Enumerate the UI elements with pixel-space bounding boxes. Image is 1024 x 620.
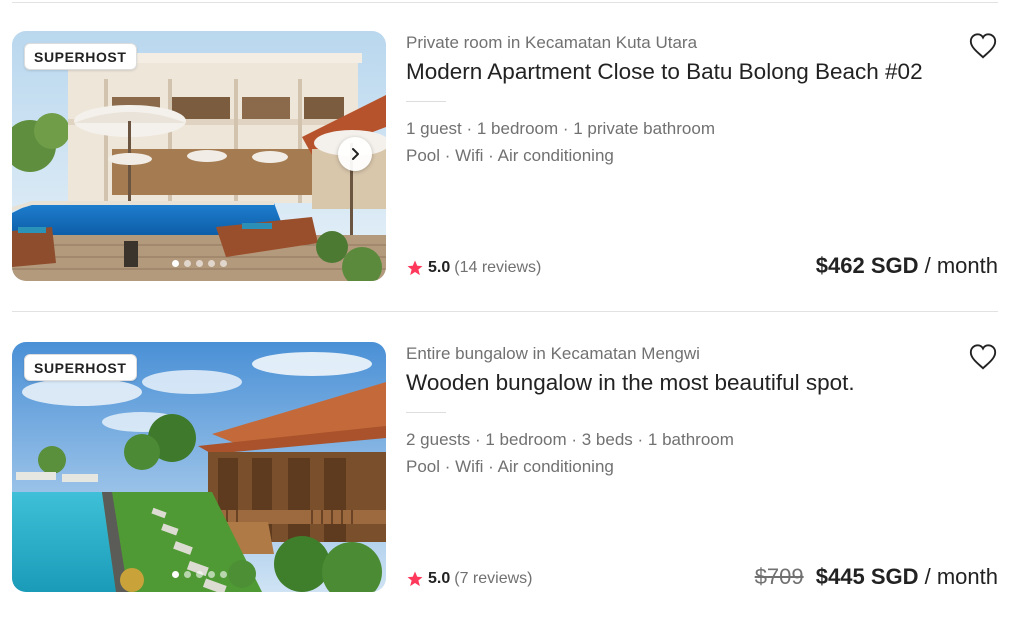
listing-card[interactable]: SUPERHOST Private room in Kecamatan Kuta… — [12, 31, 998, 281]
listing-card[interactable]: SUPERHOST Entire bungalow in Kecamatan M… — [12, 342, 998, 592]
listing-details: 2 guests · 1 bedroom · 3 beds · 1 bathro… — [406, 426, 734, 480]
star-icon — [407, 260, 423, 276]
pagination-dot[interactable] — [195, 260, 203, 267]
pagination-dot[interactable] — [207, 571, 215, 578]
chevron-right-icon — [352, 148, 359, 160]
divider — [12, 2, 998, 3]
next-photo-button[interactable] — [338, 137, 372, 171]
pagination-dot[interactable] — [219, 571, 227, 578]
rating: 5.0 (7 reviews) — [406, 570, 532, 588]
listing-title[interactable]: Modern Apartment Close to Batu Bolong Be… — [406, 59, 923, 85]
listing-photo[interactable]: SUPERHOST — [12, 31, 386, 281]
listing-details: 1 guest · 1 bedroom · 1 private bathroom… — [406, 115, 715, 169]
price-period: / month — [924, 253, 998, 278]
divider — [12, 311, 998, 312]
original-price: $709 — [754, 564, 804, 589]
listing-type: Private room in Kecamatan Kuta Utara — [406, 33, 698, 52]
superhost-badge: SUPERHOST — [24, 354, 137, 381]
price-amount: $445 SGD — [815, 564, 919, 589]
rating-score: 5.0 — [428, 259, 451, 276]
listing-title[interactable]: Wooden bungalow in the most beautiful sp… — [406, 370, 855, 396]
listing-info: Private room in Kecamatan Kuta Utara Mod… — [406, 31, 998, 281]
search-results-page: SUPERHOST Private room in Kecamatan Kuta… — [0, 0, 1024, 620]
heart-icon — [969, 344, 997, 370]
pagination-dot[interactable] — [171, 260, 179, 267]
listing-type: Entire bungalow in Kecamatan Mengwi — [406, 344, 700, 363]
wishlist-button[interactable] — [968, 342, 998, 372]
rating: 5.0 (14 reviews) — [406, 259, 541, 277]
price-amount: $462 SGD — [815, 253, 919, 278]
listing-photo[interactable]: SUPERHOST — [12, 342, 386, 592]
divider — [406, 412, 446, 413]
price-period: / month — [924, 564, 998, 589]
pagination-dot[interactable] — [207, 260, 215, 267]
heart-icon — [969, 33, 997, 59]
listing-details-amenities: Pool · Wifi · Air conditioning — [406, 146, 614, 165]
price: $709 $445 SGD / month — [755, 564, 998, 590]
review-count[interactable]: (14 reviews) — [454, 259, 541, 277]
review-count[interactable]: (7 reviews) — [454, 570, 532, 588]
superhost-badge: SUPERHOST — [24, 43, 137, 70]
listing-details-rooms: 1 guest · 1 bedroom · 1 private bathroom — [406, 119, 715, 138]
pagination-dot[interactable] — [219, 260, 227, 267]
divider — [406, 101, 446, 102]
star-icon — [407, 571, 423, 587]
pagination-dot[interactable] — [183, 571, 191, 578]
photo-pagination-dots — [12, 571, 386, 578]
pagination-dot[interactable] — [195, 571, 203, 578]
pagination-dot[interactable] — [171, 571, 179, 578]
listing-details-rooms: 2 guests · 1 bedroom · 3 beds · 1 bathro… — [406, 430, 734, 449]
pagination-dot[interactable] — [183, 260, 191, 267]
price: $462 SGD / month — [816, 253, 998, 279]
wishlist-button[interactable] — [968, 31, 998, 61]
photo-pagination-dots — [12, 260, 386, 267]
listing-info: Entire bungalow in Kecamatan Mengwi Wood… — [406, 342, 998, 592]
rating-score: 5.0 — [428, 570, 451, 587]
listing-details-amenities: Pool · Wifi · Air conditioning — [406, 457, 614, 476]
